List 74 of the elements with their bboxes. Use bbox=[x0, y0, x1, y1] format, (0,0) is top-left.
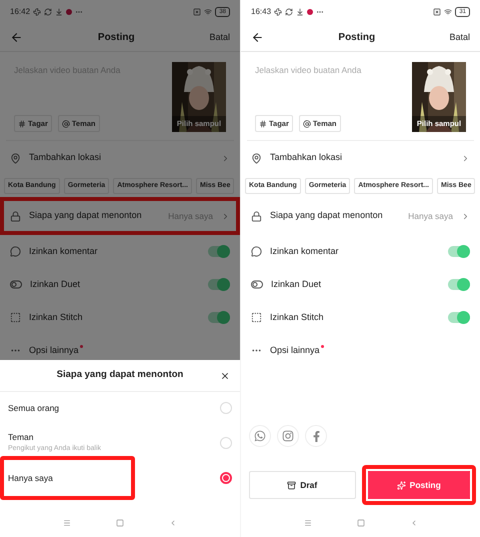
clock-time: 16:43 bbox=[251, 6, 272, 18]
pinwheel-icon bbox=[33, 8, 42, 16]
menu-icon[interactable] bbox=[63, 519, 71, 527]
post-button[interactable]: Posting bbox=[368, 471, 470, 499]
location-pin-icon bbox=[251, 152, 262, 164]
chat-bubble-icon bbox=[10, 246, 21, 257]
whatsapp-share-button[interactable] bbox=[249, 425, 271, 447]
header-title: Posting bbox=[96, 31, 136, 45]
draft-button[interactable]: Draf bbox=[249, 471, 356, 499]
option-label[interactable]: Hanya saya bbox=[8, 472, 131, 484]
setting-label: Izinkan komentar bbox=[270, 244, 339, 258]
wifi-icon bbox=[204, 8, 212, 16]
setting-label: Izinkan Duet bbox=[271, 278, 322, 291]
sync-icon bbox=[44, 8, 52, 16]
chevron-icon bbox=[221, 212, 230, 220]
chevron-icon bbox=[461, 212, 470, 220]
location-row[interactable]: Tambahkan lokasi bbox=[0, 141, 240, 175]
toggle-switch[interactable] bbox=[208, 312, 230, 323]
duet-icon bbox=[251, 279, 263, 290]
setting-label: Izinkan komentar bbox=[29, 244, 98, 258]
facebook-share-button[interactable] bbox=[305, 425, 327, 447]
setting-label: Izinkan Stitch bbox=[29, 310, 83, 324]
clock-time: 16:42 bbox=[10, 6, 30, 18]
whatsapp-icon bbox=[254, 430, 266, 442]
option-label[interactable]: Teman bbox=[8, 431, 102, 444]
lock-icon bbox=[251, 210, 262, 222]
sim-icon bbox=[433, 8, 442, 16]
at-sign-icon bbox=[62, 120, 70, 128]
privacy-value: Hanya saya bbox=[408, 210, 453, 222]
toggle-switch[interactable] bbox=[448, 279, 470, 290]
chevron-icon bbox=[461, 154, 470, 162]
pinwheel-icon bbox=[274, 8, 282, 16]
chat-bubble-icon bbox=[251, 246, 262, 257]
radio-button[interactable] bbox=[220, 472, 232, 484]
back-arrow-icon[interactable] bbox=[251, 31, 264, 44]
privacy-row[interactable]: Siapa yang dapat menonton Hanya saya bbox=[241, 197, 480, 235]
close-icon[interactable] bbox=[220, 370, 230, 380]
menu-icon[interactable] bbox=[304, 519, 312, 527]
dashed-square-icon bbox=[10, 312, 21, 323]
toggle-switch[interactable] bbox=[448, 246, 470, 257]
home-icon[interactable] bbox=[116, 519, 124, 527]
hash-icon bbox=[259, 120, 267, 128]
chevron-icon bbox=[221, 154, 230, 162]
cancel-link[interactable]: Batal bbox=[449, 30, 470, 44]
setting-label: Izinkan Stitch bbox=[270, 310, 324, 324]
sim-icon bbox=[193, 8, 202, 16]
setting-label: Izinkan Duet bbox=[30, 278, 80, 291]
at-sign-icon bbox=[302, 120, 311, 128]
toggle-switch[interactable] bbox=[208, 279, 230, 290]
sheet-title: Siapa yang dapat menonton bbox=[56, 368, 184, 382]
lock-icon bbox=[10, 210, 21, 222]
dashed-square-icon bbox=[251, 312, 262, 323]
sync-icon bbox=[285, 8, 294, 16]
facebook-icon bbox=[310, 430, 322, 442]
archive-box-icon bbox=[287, 480, 296, 490]
toggle-switch[interactable] bbox=[208, 246, 230, 257]
location-pin-icon bbox=[10, 152, 21, 164]
hash-icon bbox=[18, 120, 26, 128]
setting-label[interactable]: Opsi lainnya bbox=[29, 344, 79, 358]
home-icon[interactable] bbox=[356, 519, 364, 527]
location-row[interactable]: Tambahkan lokasi bbox=[241, 141, 480, 175]
option-label[interactable]: Semua orang bbox=[8, 402, 60, 414]
setting-label[interactable]: Opsi lainnya bbox=[270, 344, 320, 358]
instagram-share-button[interactable] bbox=[277, 425, 299, 447]
instagram-icon bbox=[282, 430, 294, 442]
cancel-link[interactable]: Batal bbox=[209, 30, 230, 44]
header-title: Posting bbox=[337, 31, 376, 45]
download-icon bbox=[55, 8, 64, 16]
back-icon[interactable] bbox=[169, 519, 177, 527]
sparkle-icon bbox=[396, 480, 406, 490]
wifi-icon bbox=[444, 8, 452, 16]
toggle-switch[interactable] bbox=[448, 312, 470, 323]
duet-icon bbox=[10, 279, 22, 290]
download-icon bbox=[296, 8, 304, 16]
